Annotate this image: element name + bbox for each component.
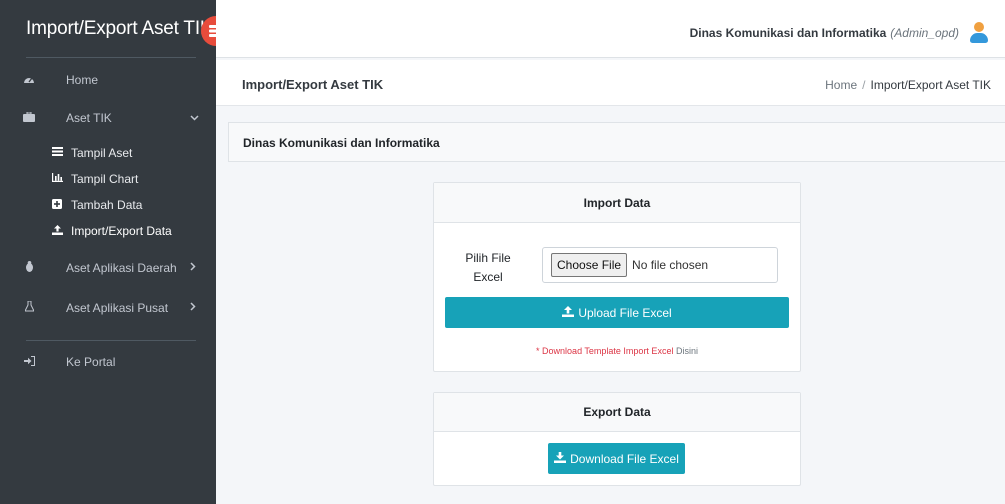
brand[interactable]: Import/Export Aset TIK bbox=[0, 0, 231, 58]
brand-title: Import/Export Aset TIK bbox=[26, 18, 213, 39]
sidebar-item-label: Aset Aplikasi Daerah bbox=[66, 261, 177, 275]
user-avatar-icon[interactable] bbox=[969, 22, 989, 44]
sidebar-subitem-import-export[interactable]: Import/Export Data bbox=[0, 219, 216, 243]
breadcrumb: Home / Import/Export Aset TIK bbox=[825, 78, 991, 92]
upload-button-label: Upload File Excel bbox=[578, 305, 672, 320]
dashboard-icon bbox=[22, 74, 36, 87]
content-header: Import/Export Aset TIK Home / Import/Exp… bbox=[216, 60, 1005, 106]
sidebar-item-aset-aplikasi-daerah[interactable]: Aset Aplikasi Daerah bbox=[0, 254, 216, 282]
user-menu[interactable]: Dinas Komunikasi dan Informatika (Admin_… bbox=[690, 22, 989, 44]
sidebar-item-aset-aplikasi-pusat[interactable]: Aset Aplikasi Pusat bbox=[0, 294, 216, 322]
upload-file-button[interactable]: Upload File Excel bbox=[445, 297, 789, 328]
sidebar-subitem-label: Tampil Aset bbox=[71, 146, 133, 160]
sidebar-divider bbox=[26, 340, 196, 341]
import-card-title: Import Data bbox=[434, 183, 800, 223]
required-asterisk: * bbox=[536, 346, 540, 356]
sidebar-subitem-tampil-chart[interactable]: Tampil Chart bbox=[0, 167, 216, 191]
list-icon bbox=[50, 147, 64, 159]
flask-icon bbox=[22, 300, 36, 315]
page-title: Import/Export Aset TIK bbox=[242, 77, 384, 92]
file-status-text: No file chosen bbox=[632, 258, 709, 272]
chevron-down-icon bbox=[190, 112, 199, 124]
sidebar-item-aset-tik[interactable]: Aset TIK bbox=[0, 104, 216, 132]
file-input-label: Pilih File Excel bbox=[465, 251, 511, 284]
sidebar-subitem-tampil-aset[interactable]: Tampil Aset bbox=[0, 141, 216, 165]
export-card-title: Export Data bbox=[434, 393, 800, 432]
upload-icon bbox=[50, 224, 64, 238]
user-name: Dinas Komunikasi dan Informatika bbox=[689, 26, 887, 40]
bug-icon bbox=[22, 261, 36, 275]
sidebar-item-label: Aset Aplikasi Pusat bbox=[66, 301, 169, 315]
breadcrumb-separator: / bbox=[862, 78, 866, 92]
upload-icon bbox=[562, 305, 575, 320]
sidebar-subitem-label: Import/Export Data bbox=[71, 224, 172, 238]
download-file-button[interactable]: Download File Excel bbox=[548, 443, 685, 474]
sidebar-subitem-tambah-data[interactable]: Tambah Data bbox=[0, 193, 216, 217]
sidebar-item-home[interactable]: Home bbox=[0, 66, 216, 94]
brand-divider bbox=[26, 57, 196, 58]
chevron-right-icon bbox=[190, 302, 196, 314]
sidebar-item-label: Home bbox=[66, 73, 99, 87]
sidebar-subitem-label: Tampil Chart bbox=[71, 172, 139, 186]
sign-in-icon bbox=[22, 355, 36, 369]
export-card: Export Data Download File Excel bbox=[433, 392, 801, 486]
main-card-header: Dinas Komunikasi dan Informatika bbox=[228, 122, 1005, 162]
choose-file-button[interactable]: Choose File bbox=[551, 253, 628, 277]
download-icon bbox=[554, 451, 567, 466]
sidebar-item-label: Ke Portal bbox=[66, 355, 116, 369]
sidebar-subitem-label: Tambah Data bbox=[71, 198, 143, 212]
bar-chart-icon bbox=[50, 173, 64, 185]
download-template-link[interactable]: Download Template Import Excel bbox=[542, 346, 673, 356]
import-card: Import Data Pilih File Excel Choose File… bbox=[433, 182, 801, 372]
user-role: (Admin_opd) bbox=[890, 26, 959, 40]
briefcase-icon bbox=[22, 111, 36, 125]
sidebar-item-ke-portal[interactable]: Ke Portal bbox=[0, 348, 216, 376]
sidebar-item-label: Aset TIK bbox=[66, 111, 112, 125]
download-button-label: Download File Excel bbox=[570, 451, 679, 466]
top-navbar: Dinas Komunikasi dan Informatika (Admin_… bbox=[216, 0, 1005, 58]
template-download-note: * Download Template Import Excel Disini bbox=[434, 346, 800, 356]
sidebar: Import/Export Aset TIK Home Aset TIK Tam… bbox=[0, 0, 231, 504]
plus-square-icon bbox=[50, 198, 64, 212]
breadcrumb-home[interactable]: Home bbox=[825, 78, 857, 92]
card-title: Dinas Komunikasi dan Informatika bbox=[243, 136, 440, 150]
file-input[interactable]: Choose File No file chosen bbox=[542, 247, 778, 283]
template-note-suffix: Disini bbox=[675, 346, 698, 356]
chevron-right-icon bbox=[190, 262, 196, 274]
breadcrumb-current: Import/Export Aset TIK bbox=[870, 78, 992, 92]
